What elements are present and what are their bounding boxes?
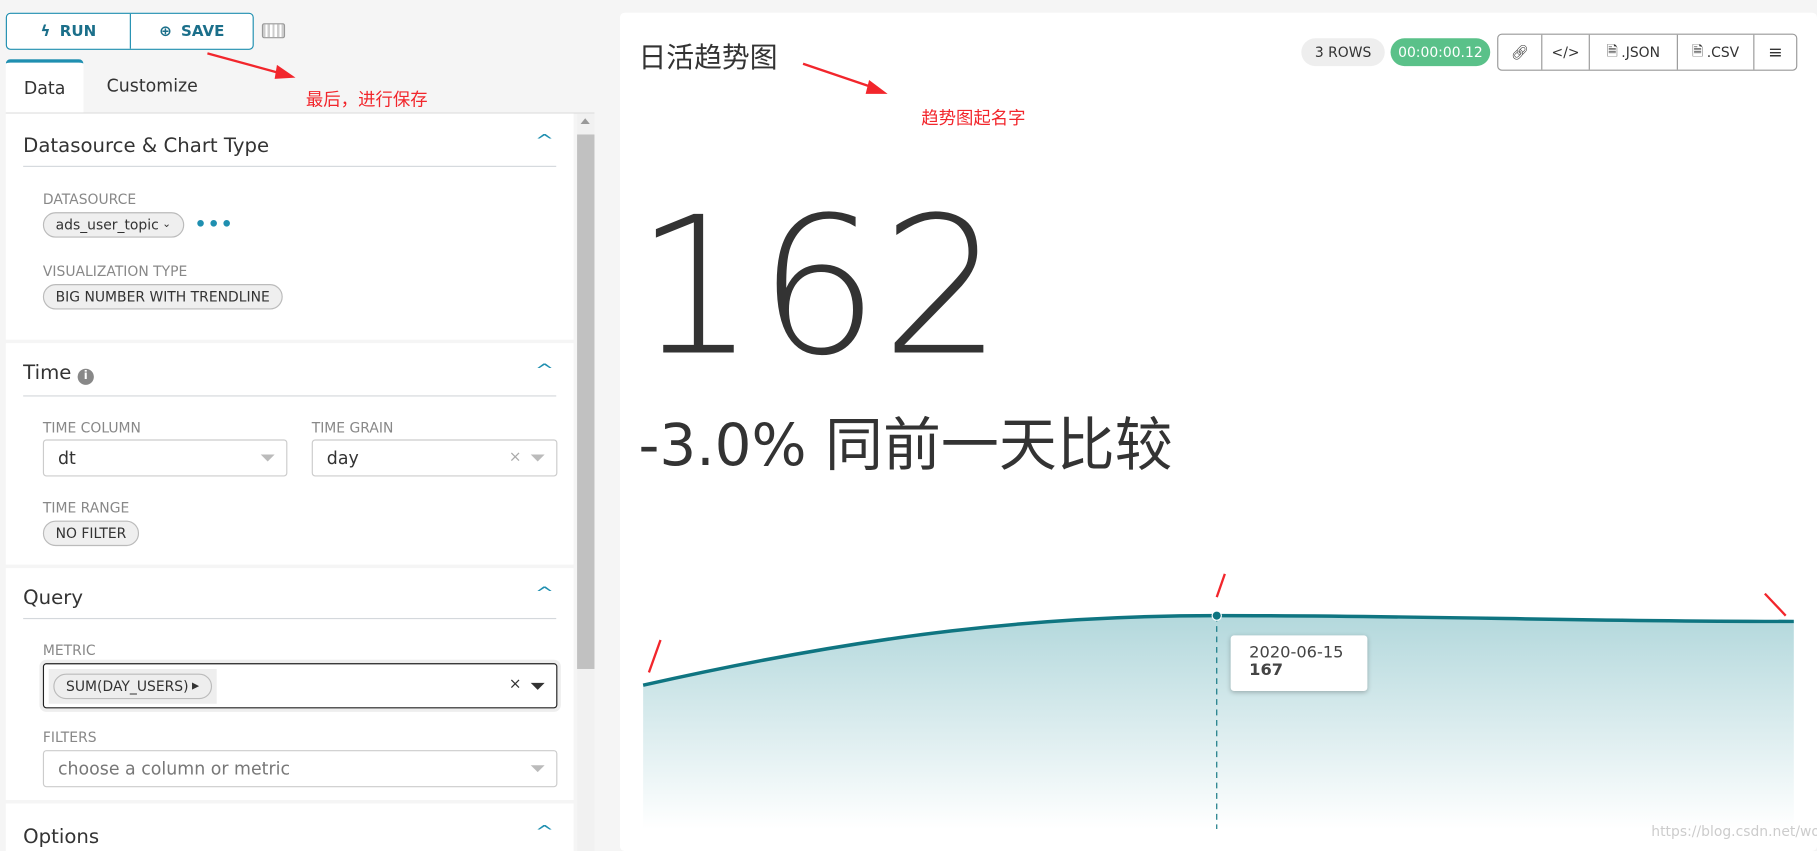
chevron-up-icon[interactable]: ^: [535, 132, 554, 151]
metric-chip-wrap: SUM(DAY_USERS) ▶: [48, 668, 217, 704]
caret-down-icon: [260, 454, 275, 462]
save-annotation: 最后，进行保存: [305, 89, 428, 111]
filters-select[interactable]: choose a column or metric: [42, 750, 558, 788]
divider: [23, 165, 557, 167]
section-title: Time i: [23, 362, 94, 385]
datasource-label: DATASOURCE: [42, 191, 137, 208]
menu-icon[interactable]: ≡: [1754, 35, 1796, 70]
run-label: RUN: [59, 22, 97, 40]
chevron-up-icon[interactable]: ^: [535, 362, 554, 381]
annotation-arrow: [647, 639, 662, 673]
datasource-value: ads_user_topic: [55, 216, 159, 234]
annotation-arrow: [1764, 592, 1787, 617]
time-column-select[interactable]: dt: [42, 439, 288, 477]
more-options-icon[interactable]: •••: [195, 213, 234, 235]
plus-circle-icon: ⊕: [159, 22, 172, 40]
chevron-up-icon[interactable]: ^: [535, 823, 554, 842]
metric-value: SUM(DAY_USERS): [66, 677, 189, 694]
divider: [23, 395, 557, 397]
save-button[interactable]: ⊕ SAVE: [131, 14, 253, 49]
time-column-label: TIME COLUMN: [42, 419, 141, 436]
tab-customize[interactable]: Customize: [107, 59, 198, 112]
clear-icon[interactable]: ×: [509, 676, 522, 693]
big-number: 162: [635, 176, 1005, 398]
time-range-select[interactable]: NO FILTER: [42, 520, 140, 547]
clear-icon[interactable]: ×: [509, 449, 522, 466]
caret-down-icon: [530, 765, 545, 773]
section-title: Query: [23, 586, 84, 610]
comparison-text: -3.0% 同前一天比较: [638, 411, 1173, 479]
filters-placeholder: choose a column or metric: [57, 758, 291, 780]
chevron-down-icon: ⌄: [162, 219, 171, 231]
file-code-icon: 🗎: [1606, 42, 1618, 59]
trendline-chart: [642, 573, 1794, 829]
row-count-badge: 3 ROWS: [1301, 38, 1385, 67]
tooltip-value: 167: [1249, 660, 1284, 680]
viz-type-label: VISUALIZATION TYPE: [42, 263, 188, 280]
viz-type-select[interactable]: BIG NUMBER WITH TRENDLINE: [42, 284, 283, 310]
chart-actions: 🔗︎ </> 🗎 .JSON 🗎 .CSV ≡: [1497, 33, 1798, 71]
annotation-arrow: [1215, 573, 1226, 598]
section-title: Datasource & Chart Type: [23, 134, 270, 158]
export-json-button[interactable]: 🗎 .JSON: [1590, 34, 1678, 70]
query-duration-badge: 00:00:00.12: [1390, 38, 1491, 67]
annotation-arrow: [207, 52, 296, 79]
file-text-icon: 🗎: [1692, 42, 1704, 59]
run-save-button-group: ϟ RUN ⊕ SAVE: [5, 12, 254, 50]
save-label: SAVE: [181, 22, 225, 40]
time-grain-select[interactable]: day ×: [311, 439, 558, 477]
json-label: .JSON: [1621, 44, 1661, 61]
time-title: Time: [23, 361, 72, 385]
trend-area: [643, 615, 1794, 829]
link-icon[interactable]: 🔗︎: [1498, 34, 1543, 70]
csv-label: .CSV: [1706, 44, 1740, 61]
metric-chip[interactable]: SUM(DAY_USERS) ▶: [53, 673, 212, 699]
embed-code-icon[interactable]: </>: [1542, 34, 1590, 70]
explore-view: ϟ RUN ⊕ SAVE 最后，进行保存 Data Customize Dataso…: [0, 0, 1817, 851]
chevron-up-icon[interactable]: ^: [535, 584, 554, 603]
highlight-point: [1211, 610, 1222, 621]
info-icon[interactable]: i: [77, 368, 94, 385]
watermark: https://blog.csdn.net/words8: [1651, 823, 1817, 840]
caret-right-icon: ▶: [192, 680, 200, 692]
metric-select[interactable]: SUM(DAY_USERS) ▶ ×: [42, 663, 558, 709]
bolt-icon: ϟ: [40, 22, 51, 40]
tab-data[interactable]: Data: [5, 59, 84, 113]
datasource-select[interactable]: ads_user_topic ⌄: [42, 212, 184, 238]
keyboard-icon[interactable]: [261, 23, 286, 39]
filters-label: FILTERS: [42, 729, 97, 746]
run-button[interactable]: ϟ RUN: [7, 13, 131, 49]
scrollbar-thumb[interactable]: [577, 134, 595, 669]
time-grain-label: TIME GRAIN: [311, 419, 394, 436]
caret-down-icon: [530, 454, 545, 462]
chart-title[interactable]: 日活趋势图: [638, 35, 777, 76]
annotation-arrow: [802, 62, 888, 94]
tooltip: 2020-06-15 167: [1230, 635, 1368, 692]
tooltip-date: 2020-06-15: [1249, 643, 1344, 663]
time-range-label: TIME RANGE: [42, 499, 130, 516]
divider: [23, 617, 557, 620]
section-title: Options: [23, 825, 100, 849]
export-csv-button[interactable]: 🗎 .CSV: [1678, 34, 1755, 70]
scroll-up-arrow-icon[interactable]: [580, 118, 590, 125]
metric-label: METRIC: [42, 642, 96, 659]
title-annotation: 趋势图起名字: [921, 107, 1026, 129]
time-column-value: dt: [57, 447, 76, 469]
time-grain-value: day: [326, 447, 359, 469]
caret-down-icon: [530, 682, 545, 690]
